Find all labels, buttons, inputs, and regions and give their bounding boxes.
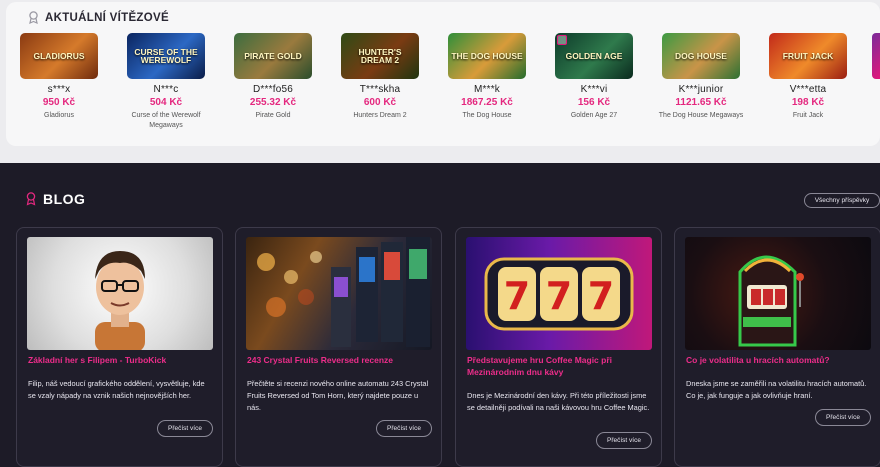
read-more-button[interactable]: Přečíst více [157,420,213,437]
winner-game-name[interactable]: The Dog House Megaways [655,111,747,121]
slot-machine-photo [738,255,804,347]
game-thumbnail[interactable]: PIRATE GOLD [234,33,312,79]
blog-card-excerpt: Filip, náš vedoucí grafického oddělení, … [28,379,205,400]
blog-card-title[interactable]: Základní her s Filipem - TurboKick [28,354,214,366]
winners-section: AKTUÁLNÍ VÍTĚZOVÉ GLADIORUS s***x 950 Kč… [0,0,880,163]
winners-carousel: GLADIORUS s***x 950 Kč Gladiorus CURSE O… [13,33,880,131]
thumbnail-label: GLADIORUS [33,50,85,61]
blog-card-image[interactable] [246,237,432,350]
blog-card-title[interactable]: Představujeme hru Coffee Magic při Mezin… [467,354,653,378]
winner-username: M***k [473,84,500,95]
favorite-badge-icon [557,35,567,45]
game-thumbnail[interactable]: THE DOG HOUSE [448,33,526,79]
winner-tile[interactable]: GLADIORUS s***x 950 Kč Gladiorus [13,33,105,121]
avatar-illustration [95,251,145,350]
game-thumbnail[interactable]: GOLDEN AGE [555,33,633,79]
winner-game-name[interactable]: Curse of the Werewolf Megaways [120,111,212,131]
game-thumbnail[interactable]: HUNTER'S DREAM 2 [341,33,419,79]
winner-amount: 198 Kč [791,97,825,108]
blog-card-image[interactable] [27,237,213,350]
next-tile-peek [872,33,880,79]
medal-icon [26,192,36,206]
thumbnail-label: PIRATE GOLD [244,50,302,61]
winner-tile[interactable]: GOLDEN AGE K***vi 156 Kč Golden Age 27 [548,33,640,121]
all-posts-button[interactable]: Všechny příspěvky [804,193,880,208]
thumbnail-label: FRUIT JACK [782,50,834,61]
winners-title: AKTUÁLNÍ VÍTĚZOVÉ [28,11,169,24]
blog-card[interactable]: Základní her s Filipem - TurboKick Filip… [16,227,223,467]
winner-tile[interactable]: PIRATE GOLD D***fo56 255.32 Kč Pirate Go… [227,33,319,121]
read-more-button[interactable]: Přečíst více [376,420,432,437]
winner-username: s***x [47,84,71,95]
winner-game-name[interactable]: Pirate Gold [227,111,319,121]
winner-amount: 1867.25 Kč [461,97,513,108]
blog-card-image[interactable]: 7 7 7 [466,237,652,350]
winner-username: D***fo56 [253,84,293,95]
lucky-777-image: 7 7 7 [484,257,634,331]
blog-card[interactable]: 7 7 7 Představujeme hru Coffee Magic při… [455,227,662,467]
game-thumbnail[interactable]: GLADIORUS [20,33,98,79]
winners-title-text: AKTUÁLNÍ VÍTĚZOVÉ [45,11,169,24]
winner-username: K***junior [678,84,724,95]
read-more-button[interactable]: Přečíst více [596,432,652,449]
winner-amount: 950 Kč [42,97,76,108]
winner-game-name[interactable]: Hunters Dream 2 [334,111,426,121]
read-more-button[interactable]: Přečíst více [815,409,871,426]
blog-title: BLOG [43,191,86,207]
blog-card[interactable]: 243 Crystal Fruits Reversed recenze Přeč… [235,227,442,467]
winner-game-name[interactable]: Fruit Jack [762,111,854,121]
winner-amount: 504 Kč [149,97,183,108]
blog-heading: BLOG [26,191,85,207]
blog-card-excerpt: Dnes je Mezinárodní den kávy. Při této p… [467,391,650,412]
blog-card-excerpt: Přečtěte si recenzi nového online automa… [247,379,429,412]
winner-tile[interactable]: FRUIT JACK V***etta 198 Kč Fruit Jack [762,33,854,121]
winner-tile[interactable]: DOG HOUSE K***junior 1121.65 Kč The Dog … [655,33,747,121]
game-thumbnail[interactable]: CURSE OF THE WEREWOLF [127,33,205,79]
thumbnail-label: HUNTER'S DREAM 2 [358,46,402,65]
winner-game-name[interactable]: Golden Age 27 [548,111,640,121]
thumbnail-label: CURSE OF THE WEREWOLF [134,46,198,65]
game-thumbnail[interactable]: FRUIT JACK [769,33,847,79]
winner-username: K***vi [580,84,608,95]
winner-amount: 600 Kč [363,97,397,108]
svg-text:7: 7 [588,274,614,318]
medal-icon [29,11,38,24]
thumbnail-label: THE DOG HOUSE [451,50,523,61]
game-thumbnail[interactable]: DOG HOUSE [662,33,740,79]
winner-game-name[interactable]: Gladiorus [13,111,105,121]
blog-card-image[interactable] [685,237,871,350]
blog-card-title[interactable]: 243 Crystal Fruits Reversed recenze [247,354,433,366]
slot-machines-photo [257,237,430,347]
winner-username: V***etta [789,84,827,95]
winner-amount: 255.32 Kč [249,97,297,108]
blog-card[interactable]: Co je volatilita u hracích automatů? Dne… [674,227,880,467]
winner-tile[interactable]: HUNTER'S DREAM 2 T***skha 600 Kč Hunters… [334,33,426,121]
winner-amount: 1121.65 Kč [675,97,727,108]
thumbnail-label: DOG HOUSE [675,50,727,61]
blog-card-title[interactable]: Co je volatilita u hracích automatů? [686,354,872,366]
winner-tile[interactable]: CURSE OF THE WEREWOLF N***c 504 Kč Curse… [120,33,212,131]
winner-tile[interactable]: THE DOG HOUSE M***k 1867.25 Kč The Dog H… [441,33,533,121]
winner-username: T***skha [359,84,401,95]
thumbnail-label: GOLDEN AGE [565,50,623,61]
svg-text:7: 7 [504,274,530,318]
winner-game-name[interactable]: The Dog House [441,111,533,121]
svg-text:7: 7 [546,274,572,318]
winner-amount: 156 Kč [577,97,611,108]
blog-card-excerpt: Dneska jsme se zaměřili na volatilitu hr… [686,379,867,400]
winner-username: N***c [153,84,179,95]
